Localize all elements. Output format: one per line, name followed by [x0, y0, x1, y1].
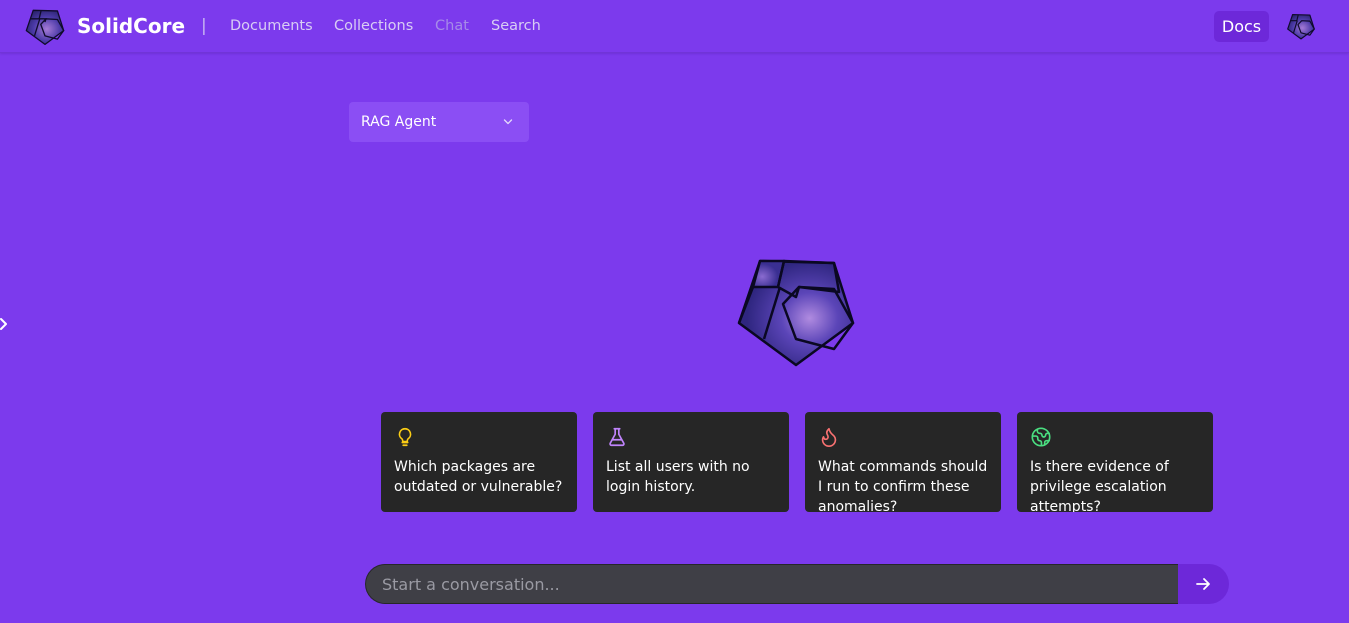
suggestion-text: Is there evidence of privilege escalatio… — [1030, 459, 1169, 512]
nav-collections[interactable]: Collections — [334, 16, 413, 36]
chevron-right-icon[interactable] — [0, 316, 10, 332]
nav-documents[interactable]: Documents — [230, 16, 313, 36]
docs-button[interactable]: Docs — [1214, 11, 1269, 42]
lightbulb-icon — [398, 427, 412, 447]
suggestion-card[interactable]: Is there evidence of privilege escalatio… — [1017, 412, 1213, 512]
agent-select[interactable]: RAG Agent — [349, 102, 529, 142]
arrow-right-icon — [1196, 578, 1210, 590]
chevron-down-icon — [503, 119, 513, 125]
hero-logo-icon — [737, 259, 855, 367]
globe-icon — [1031, 427, 1051, 447]
suggestion-text: What commands should I run to confirm th… — [818, 459, 988, 512]
avatar[interactable] — [1287, 13, 1315, 40]
suggestion-card[interactable]: Which packages are outdated or vulnerabl… — [381, 412, 577, 512]
suggestion-text: Which packages are outdated or vulnerabl… — [394, 459, 563, 495]
suggestion-card[interactable]: List all users with no login history. — [593, 412, 789, 512]
send-button[interactable] — [1178, 564, 1229, 604]
logo-icon[interactable] — [25, 9, 65, 45]
nav-search[interactable]: Search — [491, 16, 541, 36]
top-navbar: SolidCore | Documents Collections Chat S… — [0, 0, 1349, 53]
flask-icon — [609, 427, 625, 447]
flame-icon — [821, 427, 837, 447]
suggestion-text: List all users with no login history. — [606, 459, 750, 495]
brand-divider: | — [201, 16, 207, 36]
suggestion-card[interactable]: What commands should I run to confirm th… — [805, 412, 1001, 512]
chat-input[interactable] — [365, 564, 1178, 604]
brand-name: SolidCore — [77, 14, 186, 38]
nav-chat[interactable]: Chat — [435, 16, 469, 36]
agent-select-value: RAG Agent — [361, 114, 437, 130]
